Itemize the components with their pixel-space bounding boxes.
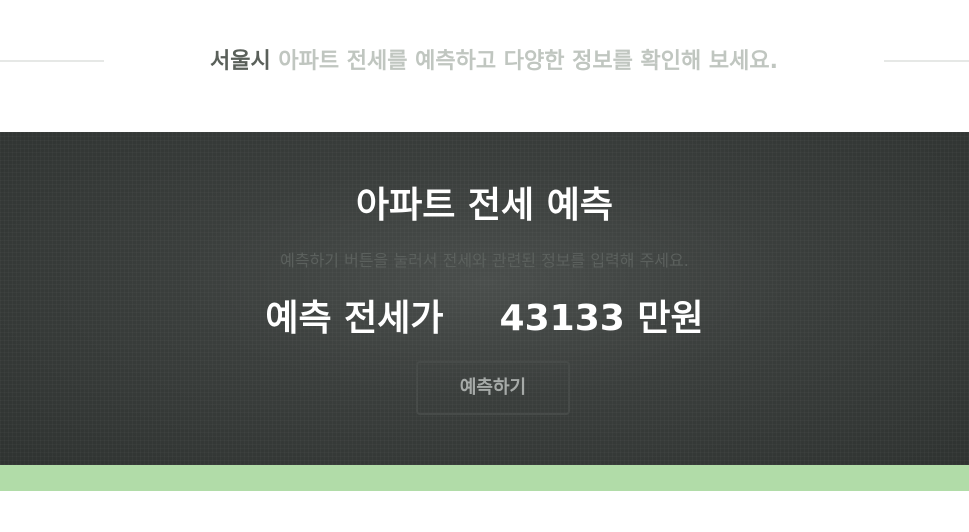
tagline-divider-left <box>0 60 104 62</box>
hero-subtitle: 예측하기 버튼을 눌러서 전세와 관련된 정보를 입력해 주세요. <box>280 251 689 270</box>
predict-button[interactable]: 예측하기 <box>416 361 570 415</box>
result-label: 예측 전세가 <box>265 298 444 339</box>
tagline-section: 서울시 아파트 전세를 예측하고 다양한 정보를 확인해 보세요. <box>0 0 969 132</box>
hero-title: 아파트 전세 예측 <box>356 185 613 226</box>
tagline: 서울시 아파트 전세를 예측하고 다양한 정보를 확인해 보세요. <box>104 44 884 80</box>
footer-space <box>0 491 969 532</box>
prediction-hero: 아파트 전세 예측 예측하기 버튼을 눌러서 전세와 관련된 정보를 입력해 주… <box>0 132 969 465</box>
tagline-divider-right <box>884 60 969 62</box>
result-value: 43133 만원 <box>499 298 704 339</box>
tagline-text: 아파트 전세를 예측하고 다양한 정보를 확인해 보세요. <box>270 49 778 74</box>
tagline-highlight: 서울시 <box>210 49 271 74</box>
accent-strip <box>0 465 969 491</box>
prediction-result: 예측 전세가 43133 만원 <box>0 291 969 347</box>
